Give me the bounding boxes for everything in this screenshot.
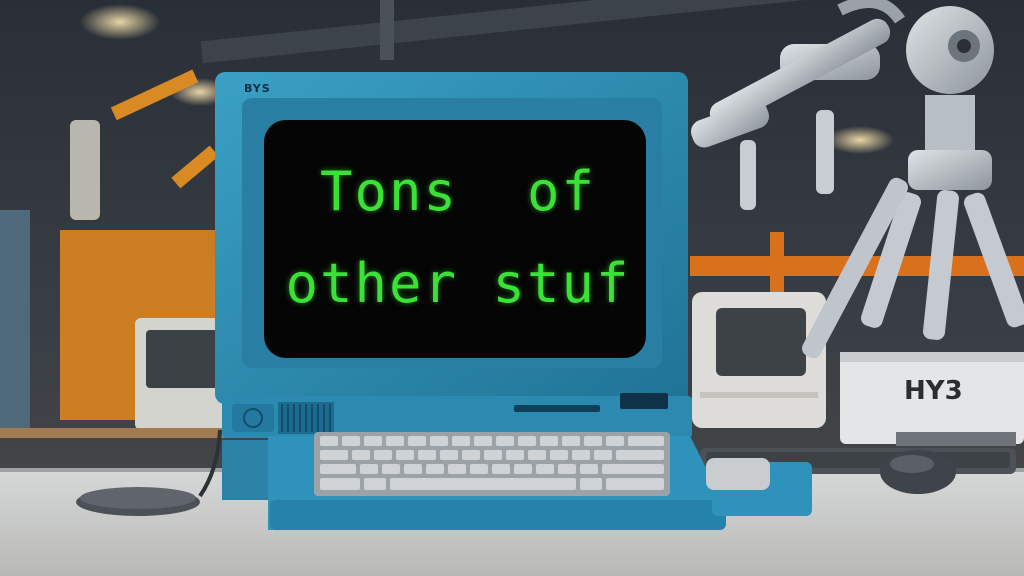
ceiling-light: [826, 126, 894, 154]
background-monitor-left: [135, 318, 225, 430]
floppy-slot: [514, 405, 600, 412]
ceiling-light: [80, 4, 160, 40]
screen-text-line: Tons of: [319, 160, 597, 223]
crt-screen: [264, 120, 646, 358]
background-monitor-right: [692, 292, 826, 428]
monitor-brand-label: BYS: [244, 82, 271, 95]
robot-box-label: HY3: [904, 376, 963, 406]
screen-text-line: other stuf: [285, 252, 631, 315]
